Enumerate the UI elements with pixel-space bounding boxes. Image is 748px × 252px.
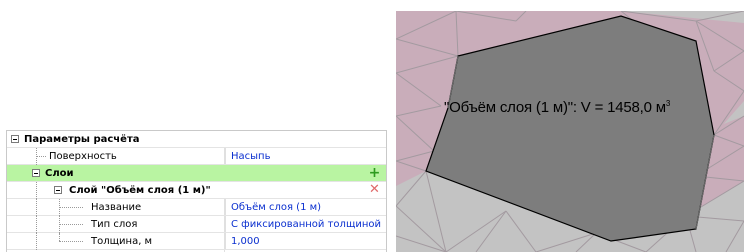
volume-unit-superscript: 3 bbox=[665, 99, 671, 108]
tree-line bbox=[36, 156, 46, 157]
collapse-icon[interactable] bbox=[54, 186, 62, 194]
surface-value[interactable]: Насыпь bbox=[225, 148, 270, 164]
category-title: Параметры расчёта bbox=[24, 134, 140, 145]
add-layer-button[interactable]: + bbox=[367, 166, 382, 180]
property-row-name[interactable]: Название Объём слоя (1 м) bbox=[7, 199, 386, 216]
tree-line bbox=[36, 182, 37, 199]
tree-line bbox=[36, 216, 37, 233]
category-calculation-parameters[interactable]: Параметры расчёта bbox=[7, 131, 386, 148]
property-label: Название bbox=[91, 202, 142, 213]
property-label: Тип слоя bbox=[91, 219, 138, 230]
tree-line bbox=[59, 224, 83, 225]
tree-line bbox=[59, 233, 60, 241]
surface-row[interactable]: Поверхность Насыпь bbox=[7, 148, 386, 165]
model-view[interactable]: "Объём слоя (1 м)": V = 1458,0 м3 bbox=[396, 11, 744, 252]
layer-title: Слой "Объём слоя (1 м)" bbox=[69, 185, 211, 196]
layers-row[interactable]: Слои + bbox=[7, 165, 386, 182]
surface-mesh bbox=[396, 11, 744, 252]
tree-line bbox=[36, 233, 37, 250]
property-row-layer-type[interactable]: Тип слоя С фиксированной толщиной bbox=[7, 216, 386, 233]
layer-row[interactable]: Слой "Объём слоя (1 м)" ✕ bbox=[7, 182, 386, 199]
surface-label: Поверхность bbox=[49, 151, 117, 162]
delete-layer-button[interactable]: ✕ bbox=[367, 183, 382, 197]
properties-grid: Параметры расчёта Поверхность Насыпь Сло… bbox=[6, 130, 387, 252]
layers-label: Слои bbox=[45, 168, 74, 179]
volume-label: "Объём слоя (1 м)": V = 1458,0 м3 bbox=[444, 99, 670, 116]
volume-label-text: "Объём слоя (1 м)": V = 1458,0 м bbox=[444, 99, 666, 116]
property-row-thickness[interactable]: Толщина, м 1,000 bbox=[7, 233, 386, 250]
collapse-icon[interactable] bbox=[32, 169, 40, 177]
collapse-icon[interactable] bbox=[11, 135, 19, 143]
property-value[interactable]: 1,000 bbox=[225, 233, 260, 249]
tree-line bbox=[59, 241, 83, 242]
property-value[interactable]: С фиксированной толщиной bbox=[225, 216, 381, 232]
tree-line bbox=[36, 199, 37, 216]
property-label: Толщина, м bbox=[91, 236, 153, 247]
tree-line bbox=[59, 207, 83, 208]
property-value[interactable]: Объём слоя (1 м) bbox=[225, 199, 321, 215]
